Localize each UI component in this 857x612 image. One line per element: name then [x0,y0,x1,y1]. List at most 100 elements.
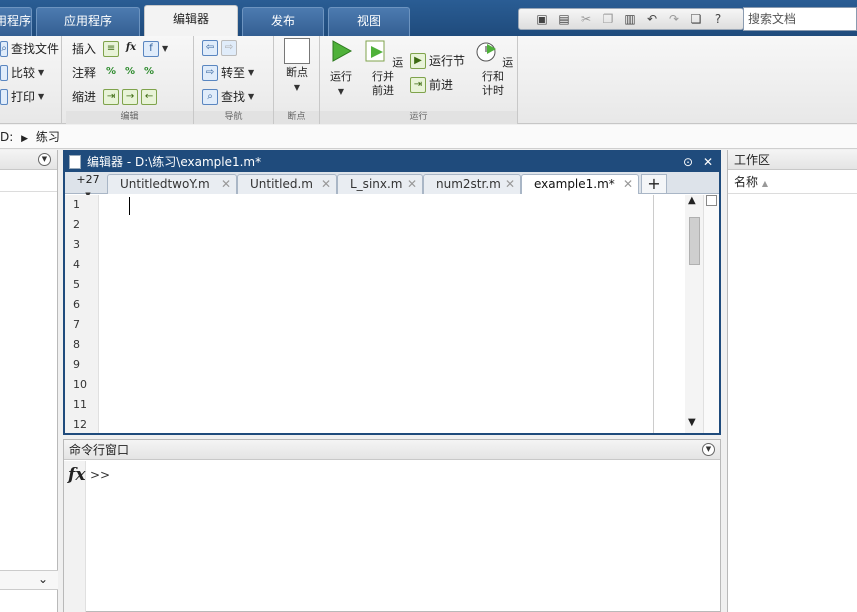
editor-file-icon [69,155,81,169]
editor-actions-icon[interactable]: ⊙ [683,152,693,172]
editor-tab[interactable]: Untitled.m ✕ [237,174,337,194]
current-folder-breadcrumb[interactable]: D: ▶ 练习 [0,125,857,149]
run-time-label-2: 计时 [482,84,504,97]
command-prompt[interactable]: >> [90,468,110,482]
indent-label: 缩进 [72,90,97,104]
breakpoints-button[interactable]: 断点 ▼ [282,38,312,95]
panel-actions-icon[interactable]: ▼ [702,443,715,456]
workspace-title: 工作区 [728,150,857,170]
run-section-button[interactable]: 运行节 [429,52,465,69]
breakpoints-label: 断点 [286,66,308,79]
function-browser-icon[interactable]: fx [68,465,85,485]
quick-access-toolbar: ▣ ▤ ✂ ❐ ▥ ↶ ↷ ❏ ? [518,8,744,30]
breakpoints-icon [284,38,310,64]
fx-icon[interactable]: fx [122,41,140,57]
breadcrumb-folder[interactable]: 练习 [36,130,60,144]
forward-arrow-icon[interactable]: ⇨ [221,40,237,56]
chevron-down-icon[interactable]: ▼ [38,68,44,77]
editor-tab-label: L_sinx.m [350,177,403,191]
add-tab-button[interactable]: + [641,174,667,194]
function-template-icon[interactable]: f [143,40,160,57]
find-button[interactable]: 查找 [221,88,245,105]
more-tabs-button[interactable]: +27 ▼ [71,173,105,199]
close-tab-icon[interactable]: ✕ [623,175,633,193]
details-toggle[interactable]: ⌄ [0,570,58,590]
advance-button[interactable]: 前进 [429,76,453,93]
editor-tab[interactable]: UntitledtwoY.m ✕ [107,174,237,194]
chevron-down-icon[interactable]: ▼ [38,92,44,101]
goto-button[interactable]: 转至 [221,64,245,81]
top-tab-bar: 用程序 应用程序 编辑器 发布 视图 ▣ ▤ ✂ ❐ ▥ ↶ ↷ ❏ ? 搜索文… [0,0,857,36]
tab-publish[interactable]: 发布 [242,7,324,36]
chevron-down-icon[interactable]: ▼ [248,68,254,77]
ribbon-section-navigate: ⇦ ⇨ ⇨ 转至 ▼ ⌕ 查找 ▼ 导航 [194,36,274,124]
run-button[interactable]: 运行 ▼ [326,38,356,99]
line-number: 9 [73,358,80,371]
close-tab-icon[interactable]: ✕ [321,175,331,193]
print-icon [0,88,8,105]
command-window-title: 命令行窗口 [69,443,130,457]
line-number: 4 [73,258,80,271]
line-number: 3 [73,238,80,251]
chevron-down-icon[interactable]: ▼ [248,92,254,101]
back-arrow-icon[interactable]: ⇦ [202,40,218,56]
run-and-advance-icon [365,40,385,62]
close-tab-icon[interactable]: ✕ [505,175,515,193]
cut-icon[interactable]: ✂ [577,11,595,27]
undo-icon[interactable]: ↶ [643,11,661,27]
tab-editor[interactable]: 编辑器 [144,5,238,36]
command-window: 命令行窗口 ▼ fx >> [63,439,721,612]
code-analyzer-indicator[interactable] [703,195,719,433]
run-and-advance-button[interactable]: 运行并 前进 [362,38,404,98]
increase-indent-icon[interactable]: → [122,88,139,105]
chevron-down-icon[interactable]: ▼ [338,87,344,96]
uncomment-percent-icon[interactable]: % [122,65,138,81]
code-area[interactable] [101,195,653,433]
tab-apps[interactable]: 应用程序 [36,7,140,36]
tab-view[interactable]: 视图 [328,7,410,36]
scrollbar-thumb[interactable] [689,217,700,265]
chevron-down-icon[interactable]: ▼ [294,83,300,92]
editor-tab-strip: +27 ▼ UntitledtwoY.m ✕ Untitled.m ✕ L_sinx… [65,172,719,199]
search-icon: ⌕ [202,88,218,105]
switch-window-icon[interactable]: ❏ [687,11,705,27]
panel-actions-icon[interactable]: ▼ [38,153,51,166]
search-input[interactable]: 搜索文档 [743,7,857,31]
compare-button[interactable]: 比较 [11,64,35,81]
comment-percent-icon[interactable]: % [103,65,119,81]
breadcrumb-drive[interactable]: D: [0,130,13,144]
editor-scrollbar[interactable]: ▲ ▼ [685,195,703,433]
tab-apps-partial[interactable]: 用程序 [0,7,32,36]
editor-tab[interactable]: num2str.m ✕ [423,174,521,194]
workspace-name-column[interactable]: 名称 ▲ [728,170,857,194]
redo-icon[interactable]: ↷ [665,11,683,27]
scroll-down-icon[interactable]: ▼ [688,417,696,428]
name-column-label: 名称 [734,175,759,189]
copy-icon[interactable]: ❐ [599,11,617,27]
wrap-comment-icon[interactable]: % [141,65,157,81]
close-tab-icon[interactable]: ✕ [407,175,417,193]
line-number: 6 [73,298,80,311]
run-and-time-button[interactable]: 运行和 计时 [472,38,514,98]
text-cursor [129,197,130,215]
close-icon[interactable]: ✕ [703,152,713,172]
chevron-down-icon[interactable]: ⌄ [38,572,48,586]
editor-tab[interactable]: L_sinx.m ✕ [337,174,423,194]
decrease-indent-icon[interactable]: ← [141,88,158,105]
new-icon[interactable]: ▣ [533,11,551,27]
print-button[interactable]: 打印 [11,88,35,105]
smart-indent-icon[interactable]: ⇥ [103,88,120,105]
insert-section-icon[interactable]: ≡ [103,40,120,57]
scroll-up-icon[interactable]: ▲ [688,195,696,206]
paste-icon[interactable]: ▥ [621,11,639,27]
find-files-button[interactable]: 查找文件 [11,40,59,57]
more-tabs-count: +27 [76,173,100,186]
editor-tab-active[interactable]: example1.m* ✕ [521,174,639,194]
save-icon[interactable]: ▤ [555,11,573,27]
help-icon[interactable]: ? [709,11,727,27]
close-tab-icon[interactable]: ✕ [221,175,231,193]
code-analyzer-status-icon[interactable] [706,195,717,206]
editor-title: 编辑器 - D:\练习\example1.m* [87,155,262,169]
command-window-header: 命令行窗口 ▼ [64,440,720,460]
chevron-down-icon[interactable]: ▼ [162,44,168,53]
